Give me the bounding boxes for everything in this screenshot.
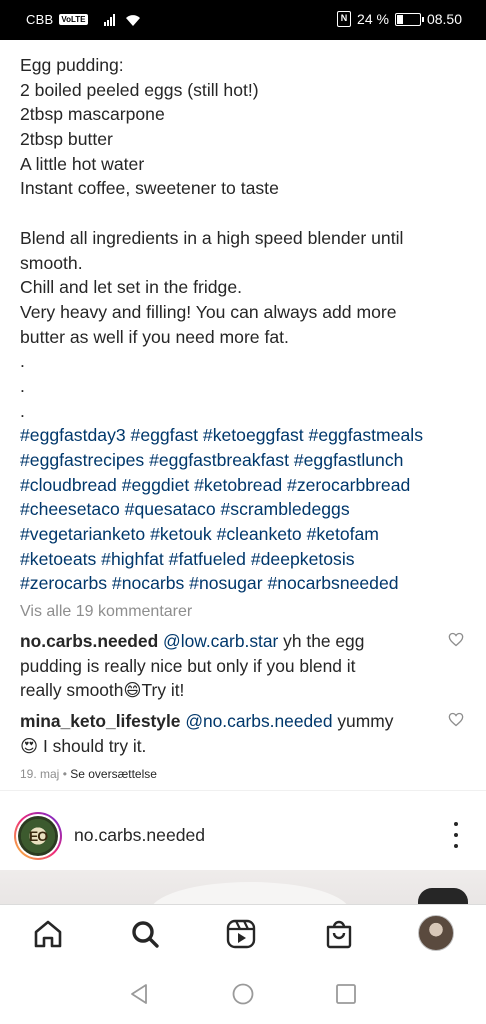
comment-username[interactable]: mina_keto_lifestyle [20,711,180,731]
comment-mention[interactable]: @low.carb.star [163,631,278,651]
wifi-icon [125,14,140,26]
comment-username[interactable]: no.carbs.needed [20,631,158,651]
battery-icon [394,12,424,26]
comment-text: yh the egg [278,631,365,651]
hashtag-line[interactable]: #cloudbread #eggdiet #ketobread #zerocar… [20,473,470,498]
caption-line: 2 boiled peeled eggs (still hot!) [20,79,259,100]
comment-text: 😍 I should try it. [20,735,147,756]
comment-item: mina_keto_lifestyle @no.carbs.needed yum… [20,709,440,758]
hashtag-line[interactable]: #zerocarbs #nocarbs #nosugar #nocarbsnee… [20,571,470,596]
hashtag-line[interactable]: #cheesetaco #quesataco #scrambledeggs [20,497,470,522]
caption-line: smooth. [20,252,83,273]
caption-line: . [20,375,25,396]
volte-badge: VoLTE [59,14,88,25]
home-icon [34,920,62,948]
comment-mention[interactable]: @no.carbs.needed [185,711,332,731]
caption-line: A little hot water [20,153,145,174]
caption-line: . [20,351,25,372]
post-image[interactable] [0,870,486,904]
search-icon [132,921,159,948]
story-ring[interactable]: EO [14,812,62,860]
recents-square-icon[interactable] [334,982,358,1006]
post-meta: 19. maj • Se oversættelse [20,767,157,781]
search-tab[interactable] [128,917,162,951]
next-post-header: EO no.carbs.needed [0,806,486,864]
like-comment-heart-icon[interactable] [448,712,464,727]
caption-line: Egg pudding: [20,55,124,75]
post-caption: Egg pudding: 2 boiled peeled eggs (still… [20,53,470,596]
caption-line: . [20,400,25,421]
nfc-icon: N [337,11,352,27]
reels-tab[interactable] [224,917,258,951]
home-tab[interactable] [31,917,65,951]
signal-icon [103,13,115,26]
caption-line: butter as well if you need more fat. [20,326,289,347]
home-circle-icon[interactable] [231,982,255,1006]
comment-text: really smooth😄Try it! [20,680,185,700]
battery-percent: 24 % [357,11,389,27]
bottom-tab-bar [0,904,486,964]
hashtag-line[interactable]: #ketoeats #highfat #fatfueled #deepketos… [20,547,470,572]
meta-separator: • [59,767,71,781]
view-all-comments-link[interactable]: Vis alle 19 kommentarer [20,603,192,621]
caption-line: Instant coffee, sweetener to taste [20,178,279,199]
post-date: 19. maj [20,767,60,781]
status-bar: CBB VoLTE N 24 % 08.50 [0,0,486,40]
hashtag-line[interactable]: #eggfastday3 #eggfast #ketoeggfast #eggf… [20,423,470,448]
shop-tab[interactable] [322,917,356,951]
like-comment-heart-icon[interactable] [448,632,464,647]
more-options-icon[interactable] [450,822,462,848]
caption-line: 2tbsp mascarpone [20,104,165,125]
comment-text: pudding is really nice but only if you b… [20,655,356,676]
reels-icon [226,919,256,949]
comment-text: yummy [332,711,394,731]
caption-line: Blend all ingredients in a high speed bl… [20,227,404,248]
see-translation-link[interactable]: Se oversættelse [70,767,157,781]
user-avatar: EO [18,816,58,856]
profile-avatar[interactable] [418,915,454,951]
hashtag-line[interactable]: #vegetarianketo #ketouk #cleanketo #keto… [20,522,470,547]
back-icon[interactable] [128,982,152,1006]
caption-line: 2tbsp butter [20,129,113,150]
post-username[interactable]: no.carbs.needed [74,825,205,846]
hashtag-line[interactable]: #eggfastrecipes #eggfastbreakfast #eggfa… [20,448,470,473]
caption-line: Chill and let set in the fridge. [20,277,243,298]
clock: 08.50 [426,11,462,27]
shop-icon [326,920,352,949]
comment-item: no.carbs.needed @low.carb.star yh the eg… [20,629,440,703]
carrier-name: CBB [26,12,54,27]
system-navigation-bar [0,964,486,1024]
caption-line: Very heavy and filling! You can always a… [20,301,397,322]
divider [0,790,486,791]
